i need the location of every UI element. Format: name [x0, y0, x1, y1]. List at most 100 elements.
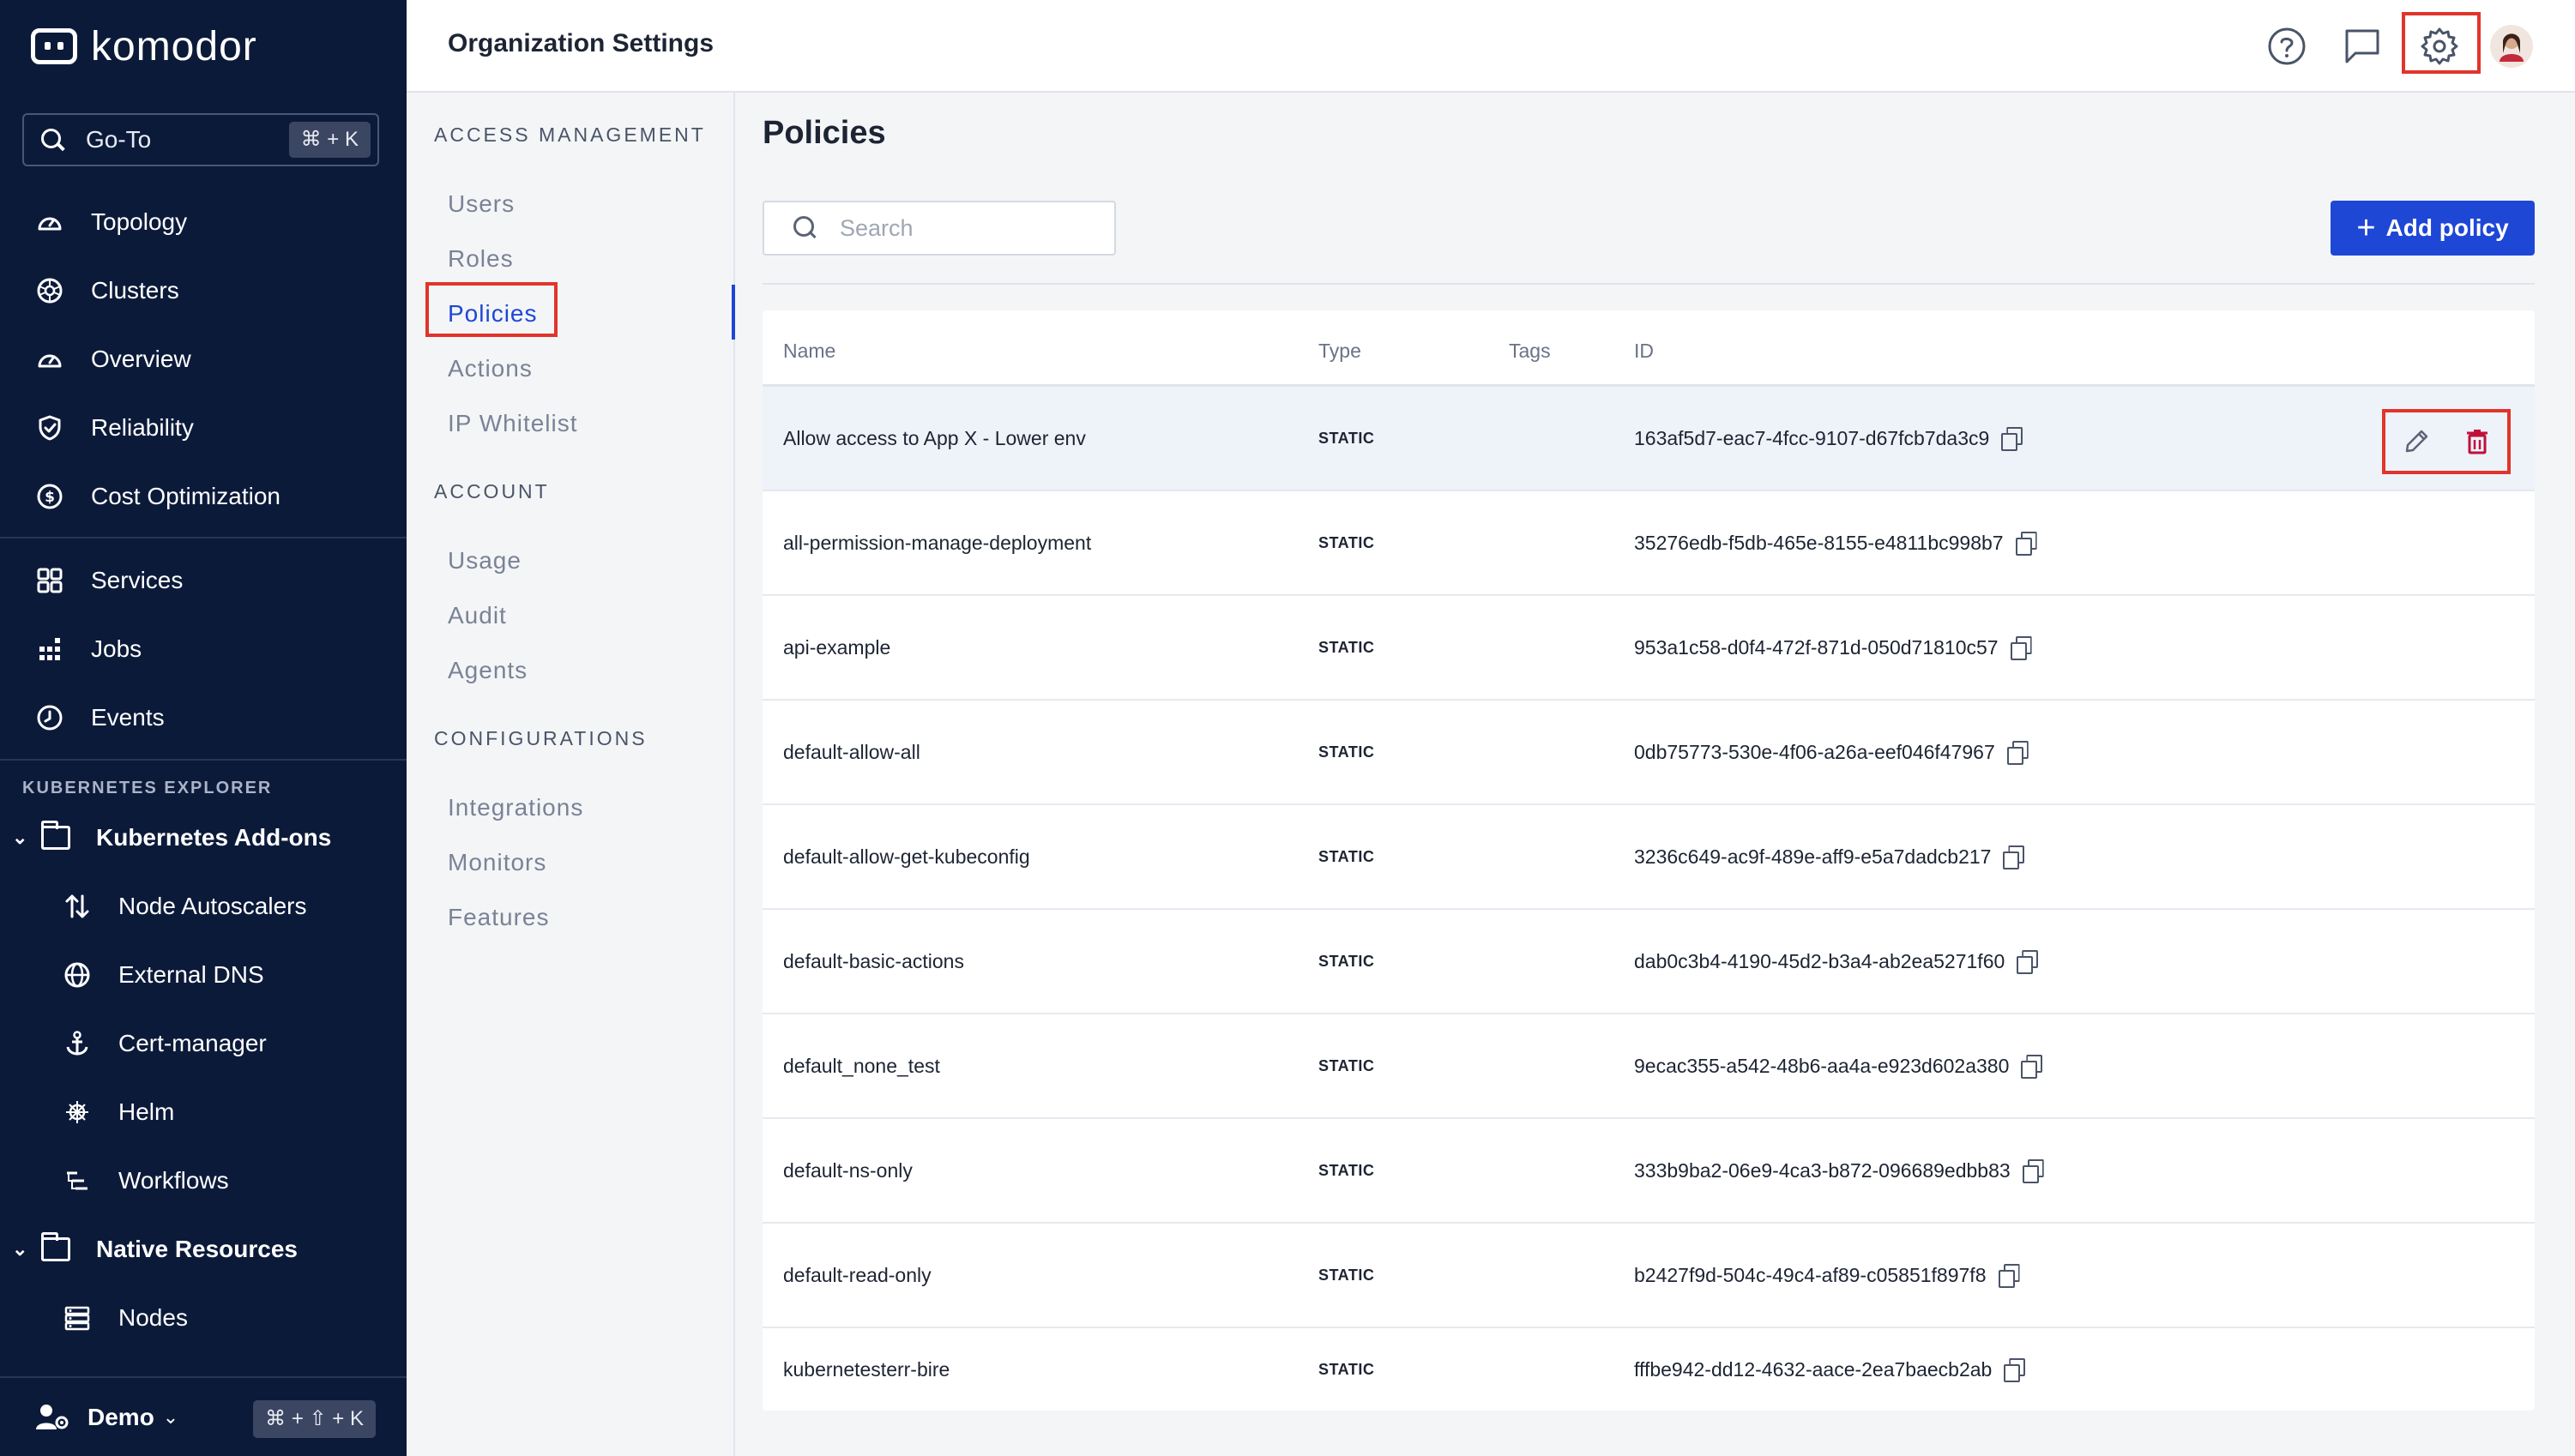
chat-icon[interactable]: [2338, 22, 2386, 70]
main-sidebar: komodor Go-To ⌘ + K Topology Clusters Ov…: [0, 0, 407, 1456]
policy-id: fffbe942-dd12-4632-aace-2ea7baecb2ab: [1634, 1357, 1993, 1381]
sidebar-item-label: Nodes: [118, 1304, 188, 1331]
add-policy-button[interactable]: + Add policy: [2331, 201, 2535, 256]
copy-icon[interactable]: [2001, 427, 2022, 451]
policy-id: 3236c649-ac9f-489e-aff9-e5a7dadcb217: [1634, 845, 1992, 868]
policy-type: STATIC: [1318, 534, 1375, 551]
table-row[interactable]: Allow access to App X - Lower env STATIC…: [763, 387, 2535, 491]
table-row[interactable]: default-allow-get-kubeconfig STATIC 3236…: [763, 805, 2535, 910]
sidebar-item-label: Cert-manager: [118, 1030, 267, 1056]
sidebar-item-label: Clusters: [91, 277, 179, 304]
anchor-icon: [62, 1028, 93, 1059]
section-title: Policies: [763, 115, 886, 151]
sidebar-item-overview[interactable]: Overview: [0, 332, 407, 387]
settings-item-users[interactable]: Users: [448, 190, 515, 218]
settings-item-audit[interactable]: Audit: [448, 602, 507, 629]
sidebar-item-helm[interactable]: Helm: [0, 1085, 407, 1140]
copy-icon[interactable]: [2010, 636, 2031, 660]
table-row[interactable]: api-example STATIC 953a1c58-d0f4-472f-87…: [763, 596, 2535, 701]
sidebar-item-label: Helm: [118, 1098, 175, 1125]
komodor-logo[interactable]: komodor: [31, 22, 257, 70]
sidebar-divider: [0, 759, 407, 761]
sidebar-item-label: Cost Optimization: [91, 483, 280, 509]
copy-icon[interactable]: [2006, 741, 2028, 765]
policies-panel: Policies + Add policy Name Type Tags ID …: [735, 93, 2575, 1456]
column-header-id[interactable]: ID: [1634, 340, 1654, 363]
copy-icon[interactable]: [2015, 532, 2036, 556]
policy-name: default-read-only: [783, 1264, 932, 1286]
sidebar-item-jobs[interactable]: Jobs: [0, 622, 407, 677]
column-header-tags[interactable]: Tags: [1509, 340, 1551, 363]
policy-name: default-allow-all: [783, 741, 920, 763]
settings-item-monitors[interactable]: Monitors: [448, 849, 546, 876]
search-input[interactable]: [840, 214, 1097, 242]
sidebar-item-label: Overview: [91, 346, 191, 372]
settings-item-roles[interactable]: Roles: [448, 245, 514, 273]
settings-item-integrations[interactable]: Integrations: [448, 794, 583, 821]
goto-search-button[interactable]: Go-To ⌘ + K: [22, 113, 379, 166]
users-gear-icon: [34, 1402, 70, 1433]
sidebar-group-label: Native Resources: [96, 1236, 299, 1262]
policy-id-cell: 3236c649-ac9f-489e-aff9-e5a7dadcb217: [1634, 805, 2023, 908]
sidebar-item-nodes[interactable]: Nodes: [0, 1291, 407, 1345]
chevron-down-icon: ⌄: [162, 1405, 179, 1428]
brand-name: komodor: [91, 23, 257, 69]
delete-trash-icon[interactable]: [2458, 423, 2496, 460]
settings-item-ip-whitelist[interactable]: IP Whitelist: [448, 410, 578, 437]
sidebar-item-external-dns[interactable]: External DNS: [0, 948, 407, 1002]
policy-id-cell: 333b9ba2-06e9-4ca3-b872-096689edbb83: [1634, 1119, 2043, 1222]
goto-label: Go-To: [86, 126, 152, 153]
policy-id: 333b9ba2-06e9-4ca3-b872-096689edbb83: [1634, 1158, 2011, 1182]
table-row[interactable]: all-permission-manage-deployment STATIC …: [763, 491, 2535, 596]
copy-icon[interactable]: [2004, 1358, 2024, 1382]
table-row[interactable]: kubernetesterr-bire STATIC fffbe942-dd12…: [763, 1328, 2535, 1411]
table-row[interactable]: default-ns-only STATIC 333b9ba2-06e9-4ca…: [763, 1119, 2535, 1224]
table-row[interactable]: default-read-only STATIC b2427f9d-504c-4…: [763, 1224, 2535, 1328]
policies-table: Name Type Tags ID Allow access to App X …: [763, 310, 2535, 1411]
sidebar-item-label: Services: [91, 567, 184, 593]
sidebar-item-cert-manager[interactable]: Cert-manager: [0, 1016, 407, 1071]
sidebar-item-cost-optimization[interactable]: $ Cost Optimization: [0, 469, 407, 524]
edit-pencil-icon[interactable]: [2397, 423, 2435, 460]
settings-item-actions[interactable]: Actions: [448, 355, 533, 382]
settings-highlight-box: [2402, 12, 2481, 74]
help-icon[interactable]: [2263, 22, 2311, 70]
copy-icon[interactable]: [2021, 1055, 2041, 1079]
komodor-logo-icon: [31, 28, 77, 64]
sidebar-item-workflows[interactable]: Workflows: [0, 1153, 407, 1208]
globe-icon: [62, 960, 93, 990]
settings-item-usage[interactable]: Usage: [448, 547, 522, 575]
policy-id-cell: 953a1c58-d0f4-472f-871d-050d71810c57: [1634, 596, 2031, 699]
copy-icon[interactable]: [2003, 845, 2023, 869]
search-box[interactable]: [763, 201, 1116, 256]
policy-id: 35276edb-f5db-465e-8155-e4811bc998b7: [1634, 531, 2004, 554]
clock-icon: [34, 702, 65, 733]
settings-item-features[interactable]: Features: [448, 904, 550, 931]
column-header-type[interactable]: Type: [1318, 340, 1361, 363]
policy-type: STATIC: [1318, 1266, 1375, 1284]
table-row[interactable]: default_none_test STATIC 9ecac355-a542-4…: [763, 1014, 2535, 1119]
copy-icon[interactable]: [1998, 1264, 2019, 1288]
column-header-name[interactable]: Name: [783, 340, 835, 363]
account-switcher[interactable]: Demo ⌄ ⌘ + ⇧ + K: [0, 1376, 407, 1456]
sidebar-item-reliability[interactable]: Reliability: [0, 400, 407, 455]
table-row[interactable]: default-basic-actions STATIC dab0c3b4-41…: [763, 910, 2535, 1014]
sidebar-item-topology[interactable]: Topology: [0, 195, 407, 250]
sidebar-group-native-resources[interactable]: ⌄ Native Resources: [0, 1222, 407, 1277]
sidebar-item-services[interactable]: Services: [0, 553, 407, 608]
user-avatar[interactable]: [2488, 22, 2536, 70]
gauge-icon: [34, 207, 65, 238]
sidebar-group-kubernetes-addons[interactable]: ⌄ Kubernetes Add-ons: [0, 810, 407, 865]
copy-icon[interactable]: [2017, 950, 2037, 974]
policy-id: dab0c3b4-4190-45d2-b3a4-ab2ea5271f60: [1634, 949, 2005, 972]
policy-name: api-example: [783, 636, 891, 659]
copy-icon[interactable]: [2022, 1159, 2043, 1183]
policy-type: STATIC: [1318, 639, 1375, 656]
table-row[interactable]: default-allow-all STATIC 0db75773-530e-4…: [763, 701, 2535, 805]
sidebar-item-node-autoscalers[interactable]: Node Autoscalers: [0, 879, 407, 934]
sidebar-item-clusters[interactable]: Clusters: [0, 263, 407, 318]
settings-item-agents[interactable]: Agents: [448, 657, 528, 684]
policy-type: STATIC: [1318, 953, 1375, 970]
sidebar-item-events[interactable]: Events: [0, 690, 407, 745]
chevron-down-icon: ⌄: [12, 1238, 28, 1260]
